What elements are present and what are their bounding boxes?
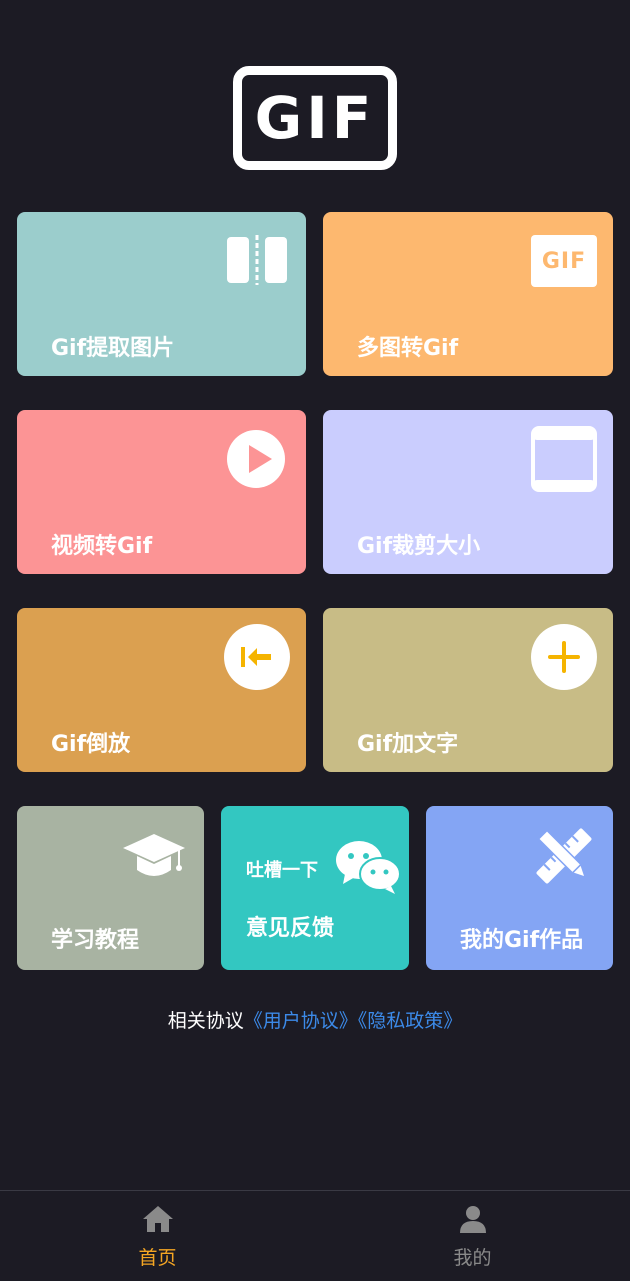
wechat-icon (336, 841, 401, 894)
gif-badge-text: GIF (541, 248, 587, 274)
gif-extract-images-card[interactable]: Gif提取图片 (17, 212, 306, 376)
home-icon (143, 1206, 173, 1232)
gif-crop-size-card[interactable]: Gif裁剪大小 (323, 410, 613, 574)
crop-frame-icon (531, 426, 597, 492)
agreement-row: 相关协议《用户协议》《隐私政策》 (0, 1006, 630, 1033)
card-label: 视频转Gif (51, 534, 153, 559)
graduation-cap-icon (123, 834, 185, 876)
app-logo: GIF (233, 66, 397, 170)
my-gif-works-card[interactable]: 我的Gif作品 (426, 806, 613, 970)
gif-badge-icon: GIF (531, 235, 597, 287)
video-to-gif-card[interactable]: 视频转Gif (17, 410, 306, 574)
user-icon (460, 1206, 486, 1233)
privacy-policy-link[interactable]: 《隐私政策》 (358, 1010, 463, 1032)
tab-mine-label: 我的 (453, 1247, 492, 1269)
agreement-prefix: 相关协议 (167, 1010, 244, 1032)
card-label: 我的Gif作品 (460, 928, 584, 953)
gif-reverse-card[interactable]: Gif倒放 (17, 608, 306, 772)
play-icon (227, 430, 285, 488)
card-label: Gif加文字 (357, 732, 459, 757)
bottom-tab-bar: 首页 我的 (0, 1190, 630, 1281)
card-label: Gif提取图片 (51, 336, 175, 361)
feedback-card[interactable]: 吐槽一下 意见反馈 (221, 806, 409, 970)
card-label: 意见反馈 (246, 916, 335, 941)
card-label: 多图转Gif (357, 336, 459, 361)
tab-mine[interactable]: 我的 (315, 1191, 630, 1281)
user-agreement-link[interactable]: 《用户协议》 (244, 1010, 358, 1032)
plus-icon (531, 624, 597, 690)
card-label: 学习教程 (51, 928, 140, 953)
tab-home[interactable]: 首页 (0, 1191, 315, 1281)
card-label: Gif倒放 (51, 732, 131, 757)
logo-text: GIF (254, 84, 376, 152)
pencil-ruler-icon (536, 828, 592, 884)
multi-image-to-gif-card[interactable]: GIF 多图转Gif (323, 212, 613, 376)
rewind-icon (224, 624, 290, 690)
tutorial-card[interactable]: 学习教程 (17, 806, 204, 970)
split-frames-icon (227, 235, 287, 285)
tab-home-label: 首页 (138, 1247, 177, 1269)
feedback-sublabel: 吐槽一下 (246, 860, 318, 881)
card-label: Gif裁剪大小 (357, 534, 481, 559)
gif-add-text-card[interactable]: Gif加文字 (323, 608, 613, 772)
